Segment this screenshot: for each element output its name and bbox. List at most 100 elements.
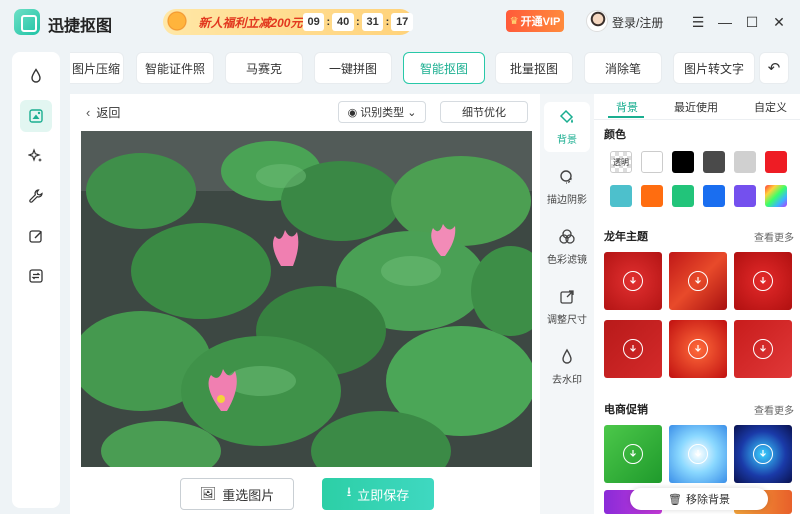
download-icon <box>753 339 773 359</box>
tool-background-label: 背景 <box>557 135 577 146</box>
avatar[interactable] <box>586 10 608 32</box>
title-bar: 迅捷抠图 新人福利立减200元 09 : 40 : 31 : 17 ♛ 开通VI… <box>0 0 800 44</box>
tab-image-compress[interactable]: 图片压缩 <box>70 52 124 84</box>
minimize-icon[interactable]: — <box>716 13 734 31</box>
maximize-icon[interactable]: ☐ <box>743 13 761 31</box>
app-title: 迅捷抠图 <box>48 18 113 35</box>
tab-eraser[interactable]: 消除笔 <box>584 52 662 84</box>
reselect-image-button[interactable]: 🖼 重选图片 <box>180 478 294 510</box>
countdown-minutes: 40 <box>332 13 354 31</box>
sidebar-item-magic[interactable] <box>20 140 52 172</box>
tab-image-to-text[interactable]: 图片转文字 <box>673 52 755 84</box>
sidebar-item-shape[interactable] <box>20 60 52 92</box>
bg-thumb-dragon-2[interactable] <box>669 252 727 310</box>
login-link[interactable]: 登录/注册 <box>612 14 663 31</box>
sparkle-icon <box>28 148 42 162</box>
tab-id-photo[interactable]: 智能证件照 <box>136 52 214 84</box>
tab-smart-cutout[interactable]: 智能抠图 <box>403 52 485 84</box>
swatch-light-gray[interactable] <box>734 151 756 173</box>
countdown-hours: 09 <box>302 13 325 31</box>
chevron-left-icon: ‹ <box>86 105 91 120</box>
swatch-rainbow[interactable] <box>765 185 787 207</box>
promo-banner[interactable]: 新人福利立减200元 09 : 40 : 31 : 17 <box>163 9 414 35</box>
watermark-drop-icon <box>562 348 572 364</box>
tool-color-filter[interactable]: 色彩滤镜 <box>544 222 590 272</box>
swatch-purple[interactable] <box>734 185 756 207</box>
bg-thumb-dragon-3[interactable] <box>734 252 792 310</box>
transparent-label: 透明 <box>613 157 629 167</box>
back-button[interactable]: ‹ 返回 <box>86 104 120 121</box>
ecommerce-title: 电商促销 <box>604 404 648 416</box>
right-panel: 背景 最近使用 自定义 颜色 透明 龙年主题 查看更多 电商促销 查看更多 🗑 … <box>594 94 800 514</box>
coin-icon <box>163 9 197 35</box>
bg-thumb-promo-1[interactable] <box>604 425 662 483</box>
tab-collage[interactable]: 一键拼图 <box>314 52 392 84</box>
swatch-red[interactable] <box>765 151 787 173</box>
swatch-orange[interactable] <box>641 185 663 207</box>
swatch-dark-gray[interactable] <box>703 151 725 173</box>
canvas-panel: ‹ 返回 ◉ 识别类型 ⌄ 细节优化 🖼 重选图片 ⭳ 立即保存 <box>70 94 540 514</box>
download-icon <box>623 444 643 464</box>
tool-remove-watermark[interactable]: 去水印 <box>544 342 590 392</box>
promo-text: 新人福利立减200元 <box>198 15 303 30</box>
cutout-icon <box>29 109 43 123</box>
ecommerce-more-link[interactable]: 查看更多 <box>754 402 794 417</box>
back-label: 返回 <box>96 106 121 120</box>
menu-icon[interactable]: ☰ <box>689 13 707 31</box>
swatch-black[interactable] <box>672 151 694 173</box>
recognize-type-label: 识别类型 <box>360 107 405 119</box>
tool-resize-label: 调整尺寸 <box>547 315 587 326</box>
sidebar-item-convert[interactable] <box>20 260 52 292</box>
remove-bg-label: 移除背景 <box>685 494 730 506</box>
rtab-custom[interactable]: 自定义 <box>754 99 787 115</box>
wrench-icon <box>29 189 43 203</box>
detail-optimize-button[interactable]: 细节优化 <box>440 101 528 123</box>
download-icon <box>623 339 643 359</box>
bg-thumb-promo-3[interactable] <box>734 425 792 483</box>
bg-thumb-dragon-1[interactable] <box>604 252 662 310</box>
save-now-button[interactable]: ⭳ 立即保存 <box>322 478 434 510</box>
swatch-green[interactable] <box>672 185 694 207</box>
remove-background-button[interactable]: 🗑 移除背景 <box>630 488 768 510</box>
bg-thumb-dragon-4[interactable] <box>604 320 662 378</box>
tool-background[interactable]: 背景 <box>544 102 590 152</box>
colors-title: 颜色 <box>604 129 626 141</box>
download-icon <box>688 271 708 291</box>
download-icon: ⭳ <box>346 484 352 499</box>
recognize-type-select[interactable]: ◉ 识别类型 ⌄ <box>338 101 426 123</box>
swatch-teal[interactable] <box>610 185 632 207</box>
dragon-theme-title: 龙年主题 <box>604 231 648 243</box>
feature-tabs: 图片压缩 智能证件照 马赛克 一键拼图 智能抠图 批量抠图 消除笔 图片转文字 <box>70 52 755 84</box>
rtab-background[interactable]: 背景 <box>616 99 638 115</box>
eye-icon: ◉ <box>347 106 358 119</box>
image-icon: 🖼 <box>199 486 217 501</box>
tab-batch-cutout[interactable]: 批量抠图 <box>495 52 573 84</box>
tool-resize[interactable]: 调整尺寸 <box>544 282 590 332</box>
save-label: 立即保存 <box>357 487 410 503</box>
lotus-photo[interactable] <box>81 131 532 467</box>
tab-mosaic[interactable]: 马赛克 <box>225 52 303 84</box>
swatch-blue[interactable] <box>703 185 725 207</box>
bg-thumb-dragon-5[interactable] <box>669 320 727 378</box>
sidebar-item-cutout[interactable] <box>20 100 52 132</box>
sidebar-item-tools[interactable] <box>20 180 52 212</box>
download-icon <box>753 271 773 291</box>
undo-icon: ↶ <box>767 60 781 77</box>
tool-watermark-label: 去水印 <box>552 375 582 386</box>
bg-thumb-dragon-6[interactable] <box>734 320 792 378</box>
dragon-more-link[interactable]: 查看更多 <box>754 229 794 244</box>
download-icon <box>688 444 708 464</box>
lotus-image <box>81 131 532 467</box>
reselect-label: 重选图片 <box>222 487 275 503</box>
swatch-transparent[interactable]: 透明 <box>610 151 632 173</box>
swatch-white[interactable] <box>641 151 663 173</box>
tool-filter-label: 色彩滤镜 <box>547 255 587 266</box>
close-icon[interactable]: ✕ <box>770 13 788 31</box>
vip-button[interactable]: ♛ 开通VIP <box>506 10 564 32</box>
rtab-recent[interactable]: 最近使用 <box>674 99 718 115</box>
bg-thumb-promo-2[interactable] <box>669 425 727 483</box>
sidebar-item-edit[interactable] <box>20 220 52 252</box>
vip-label: 开通VIP <box>520 16 561 28</box>
tool-stroke-shadow[interactable]: 描边阴影 <box>544 162 590 212</box>
undo-button[interactable]: ↶ <box>759 52 789 84</box>
